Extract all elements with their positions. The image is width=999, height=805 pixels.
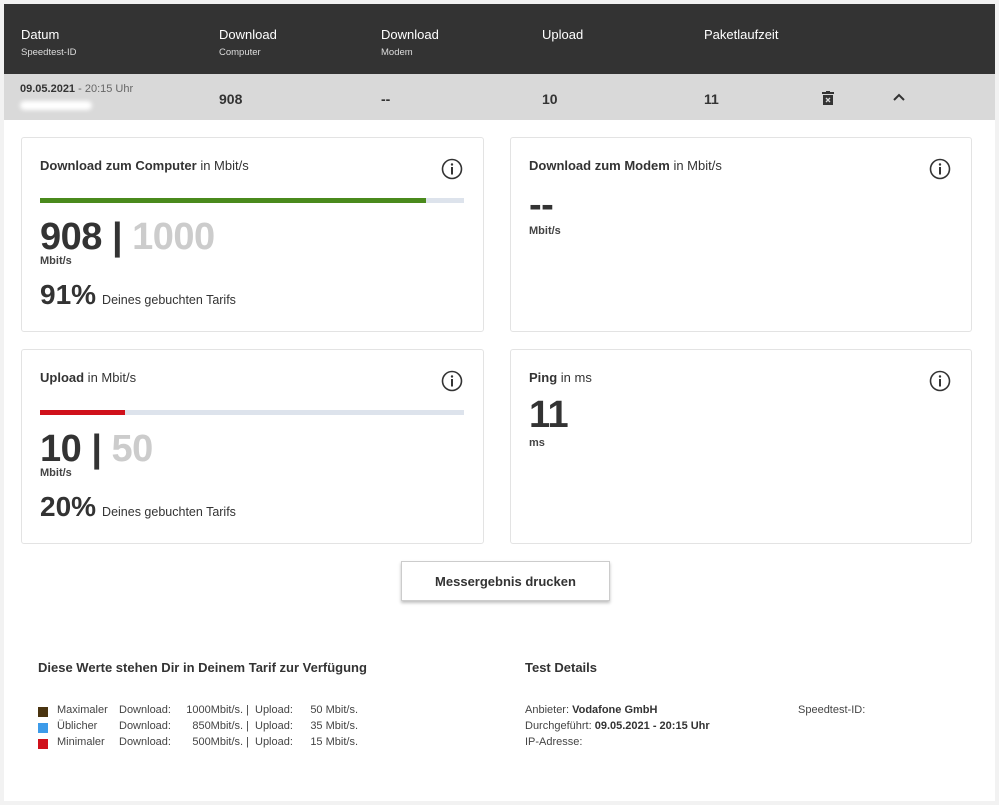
redacted-speedtest-id bbox=[20, 101, 92, 110]
row-ping: 11 bbox=[704, 91, 719, 107]
download-unit: Mbit/s bbox=[40, 255, 72, 267]
results-table-header: Datum Speedtest-ID Download Computer Dow… bbox=[4, 4, 995, 74]
info-circle-icon[interactable] bbox=[441, 370, 463, 392]
download-progress-fill bbox=[40, 198, 426, 203]
ping-unit: ms bbox=[529, 437, 545, 449]
column-header-download-computer: Download Computer bbox=[219, 27, 277, 58]
row-download-modem: -- bbox=[381, 91, 391, 107]
color-swatch bbox=[38, 707, 48, 717]
download-percent: 91% Deines gebuchten Tarifs bbox=[40, 279, 236, 310]
upload-percent: 20% Deines gebuchten Tarifs bbox=[40, 491, 236, 522]
detail-speedtest-id: Speedtest-ID: bbox=[798, 704, 866, 716]
test-details: Anbieter: Vodafone GmbH Durchgeführt: 09… bbox=[525, 704, 710, 752]
info-circle-icon[interactable] bbox=[929, 370, 951, 392]
download-progress-bar bbox=[40, 198, 464, 203]
column-header-download-modem: Download Modem bbox=[381, 27, 439, 58]
row-upload: 10 bbox=[542, 91, 558, 107]
info-circle-icon[interactable] bbox=[929, 158, 951, 180]
row-date: 09.05.2021 - 20:15 Uhr bbox=[20, 83, 134, 95]
detail-provider: Anbieter: Vodafone GmbH bbox=[525, 704, 658, 716]
column-header-upload: Upload bbox=[542, 27, 584, 42]
card-title: Upload in Mbit/s bbox=[40, 370, 137, 385]
upload-card: Upload in Mbit/s 10 | 50 Mbit/s 20% Deine… bbox=[21, 349, 484, 544]
upload-value: 10 | 50 bbox=[40, 428, 153, 470]
color-swatch bbox=[38, 723, 48, 733]
upload-progress-fill bbox=[40, 410, 125, 415]
chevron-up-icon[interactable] bbox=[892, 92, 906, 102]
speedtest-result-panel: Datum Speedtest-ID Download Computer Dow… bbox=[4, 4, 995, 801]
table-row[interactable]: 09.05.2021 - 20:15 Uhr 908 -- 10 11 bbox=[4, 74, 995, 120]
print-result-button[interactable]: Messergebnis drucken bbox=[401, 561, 610, 601]
test-details-title: Test Details bbox=[525, 660, 598, 675]
modem-unit: Mbit/s bbox=[529, 225, 561, 237]
detail-ip: IP-Adresse: bbox=[525, 736, 583, 748]
ping-card: Ping in ms 11 ms bbox=[510, 349, 972, 544]
download-computer-card: Download zum Computer in Mbit/s 908 | 10… bbox=[21, 137, 484, 332]
card-title: Download zum Modem in Mbit/s bbox=[529, 158, 722, 173]
color-swatch bbox=[38, 739, 48, 749]
detail-performed: Durchgeführt: 09.05.2021 - 20:15 Uhr bbox=[525, 720, 710, 732]
column-header-ping: Paketlaufzeit bbox=[704, 27, 779, 42]
download-modem-card: Download zum Modem in Mbit/s -- Mbit/s bbox=[510, 137, 972, 332]
ping-value: 11 bbox=[529, 394, 569, 436]
upload-unit: Mbit/s bbox=[40, 467, 72, 479]
info-circle-icon[interactable] bbox=[441, 158, 463, 180]
modem-value: -- bbox=[529, 184, 554, 226]
upload-progress-bar bbox=[40, 410, 464, 415]
tarif-section-title: Diese Werte stehen Dir in Deinem Tarif z… bbox=[38, 660, 367, 675]
card-title: Ping in ms bbox=[529, 370, 592, 385]
column-header-date: Datum Speedtest-ID bbox=[21, 27, 77, 58]
row-download-computer: 908 bbox=[219, 91, 243, 107]
download-value: 908 | 1000 bbox=[40, 216, 215, 258]
card-title: Download zum Computer in Mbit/s bbox=[40, 158, 249, 173]
trash-icon[interactable] bbox=[822, 91, 834, 105]
